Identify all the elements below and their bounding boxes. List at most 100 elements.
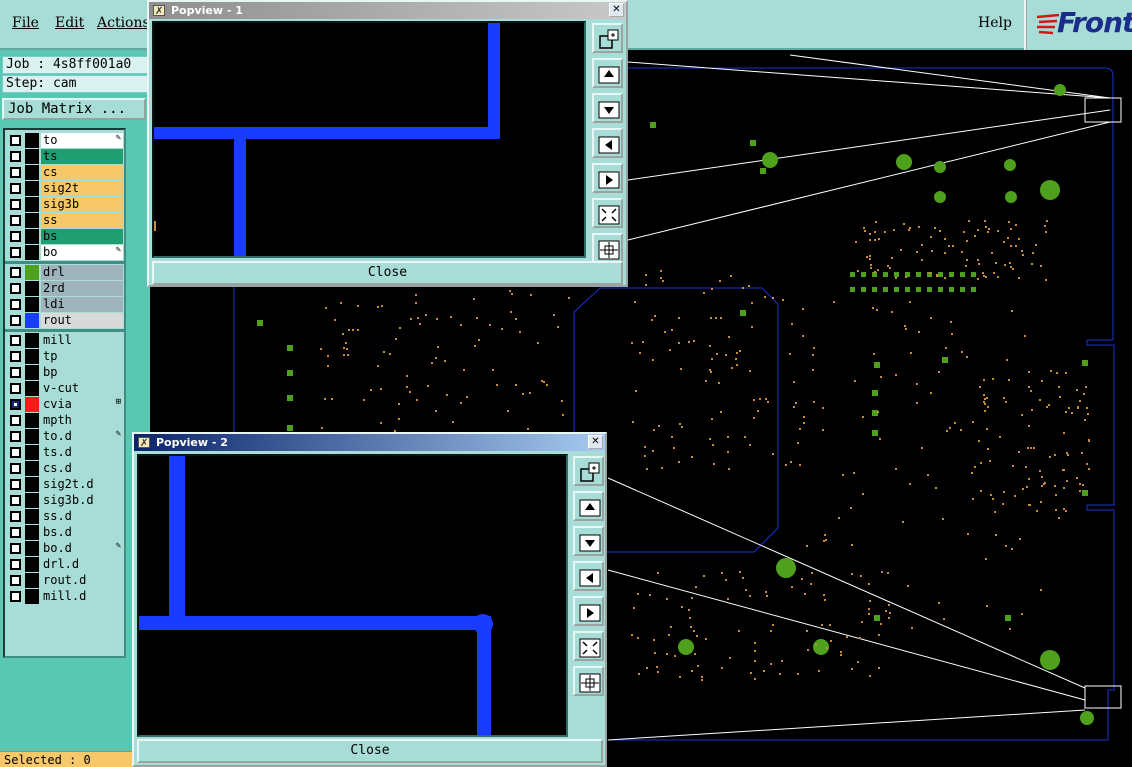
layer-name[interactable]: mill.d xyxy=(41,589,123,604)
layer-row-mpth[interactable]: mpth xyxy=(5,412,124,428)
layer-name[interactable]: bs.d xyxy=(41,525,123,540)
popview-2-titlebar[interactable]: Popview - 2 ✕ xyxy=(134,434,605,452)
layer-name[interactable]: ts.d xyxy=(41,445,123,460)
layer-color-swatch[interactable] xyxy=(25,445,39,460)
pan-left-button[interactable] xyxy=(592,128,623,158)
popview-1-close-icon[interactable]: ✕ xyxy=(609,3,624,17)
layer-color-swatch[interactable] xyxy=(25,477,39,492)
layer-checkbox[interactable] xyxy=(10,495,21,506)
window-menu-icon[interactable] xyxy=(153,3,165,20)
window-menu-icon[interactable] xyxy=(138,435,150,452)
layer-color-swatch[interactable] xyxy=(25,509,39,524)
layer-name[interactable]: drl.d xyxy=(41,557,123,572)
layer-checkbox[interactable] xyxy=(10,199,21,210)
layer-name[interactable]: to xyxy=(41,133,123,148)
layer-checkbox[interactable] xyxy=(10,367,21,378)
popview-1-titlebar[interactable]: Popview - 1 ✕ xyxy=(149,2,626,20)
layer-checkbox[interactable] xyxy=(10,399,21,410)
layer-color-swatch[interactable] xyxy=(25,197,39,212)
layer-name[interactable]: sig2t.d xyxy=(41,477,123,492)
popview-2-close-icon[interactable]: ✕ xyxy=(588,435,603,449)
layer-color-swatch[interactable] xyxy=(25,429,39,444)
layer-checkbox[interactable] xyxy=(10,335,21,346)
layer-color-swatch[interactable] xyxy=(25,181,39,196)
layer-row-bs-d[interactable]: bs.d xyxy=(5,524,124,540)
pan-left-button[interactable] xyxy=(573,561,604,591)
layer-color-swatch[interactable] xyxy=(25,133,39,148)
layer-name[interactable]: cvia xyxy=(41,397,123,412)
pan-down-button[interactable] xyxy=(573,526,604,556)
layer-row-bo[interactable]: bo ✎ xyxy=(5,244,124,260)
layer-checkbox[interactable] xyxy=(10,527,21,538)
layer-name[interactable]: bs xyxy=(41,229,123,244)
layer-color-swatch[interactable] xyxy=(25,557,39,572)
pan-down-button[interactable] xyxy=(592,93,623,123)
popview-1-close-button[interactable]: Close xyxy=(152,261,623,285)
layer-row-drl[interactable]: drl xyxy=(5,264,124,280)
layer-name[interactable]: 2rd xyxy=(41,281,123,296)
pan-right-button[interactable] xyxy=(573,596,604,626)
layer-color-swatch[interactable] xyxy=(25,229,39,244)
layer-color-swatch[interactable] xyxy=(25,213,39,228)
layer-row-drl-d[interactable]: drl.d xyxy=(5,556,124,572)
layer-checkbox[interactable] xyxy=(10,231,21,242)
layer-name[interactable]: to.d xyxy=(41,429,123,444)
layer-row-mill[interactable]: mill xyxy=(5,332,124,348)
layer-checkbox[interactable] xyxy=(10,247,21,258)
layer-checkbox[interactable] xyxy=(10,183,21,194)
layer-row-bs[interactable]: bs xyxy=(5,228,124,244)
popview-2-close-button[interactable]: Close xyxy=(137,739,603,763)
layer-color-swatch[interactable] xyxy=(25,281,39,296)
layer-row-bo-d[interactable]: bo.d ✎ xyxy=(5,540,124,556)
layer-color-swatch[interactable] xyxy=(25,461,39,476)
layer-name[interactable]: v-cut xyxy=(41,381,123,396)
layer-color-swatch[interactable] xyxy=(25,265,39,280)
layer-checkbox[interactable] xyxy=(10,479,21,490)
layer-name[interactable]: tp xyxy=(41,349,123,364)
layer-color-swatch[interactable] xyxy=(25,333,39,348)
layer-row-tp[interactable]: tp xyxy=(5,348,124,364)
zoom-window-button[interactable] xyxy=(592,23,623,53)
menu-help[interactable]: Help xyxy=(978,15,1012,31)
layer-name[interactable]: ldi xyxy=(41,297,123,312)
layer-checkbox[interactable] xyxy=(10,267,21,278)
layer-color-swatch[interactable] xyxy=(25,349,39,364)
pan-up-button[interactable] xyxy=(592,58,623,88)
layer-checkbox[interactable] xyxy=(10,415,21,426)
layer-checkbox[interactable] xyxy=(10,283,21,294)
popview-1-view[interactable] xyxy=(152,21,586,258)
layer-row-ldi[interactable]: ldi xyxy=(5,296,124,312)
layer-color-swatch[interactable] xyxy=(25,589,39,604)
layer-row-cvia[interactable]: cvia ⊞ xyxy=(5,396,124,412)
layer-color-swatch[interactable] xyxy=(25,381,39,396)
layer-checkbox[interactable] xyxy=(10,575,21,586)
layer-color-swatch[interactable] xyxy=(25,525,39,540)
layer-checkbox[interactable] xyxy=(10,463,21,474)
layer-color-swatch[interactable] xyxy=(25,365,39,380)
layer-row-mill-d[interactable]: mill.d xyxy=(5,588,124,604)
layer-row-rout-d[interactable]: rout.d xyxy=(5,572,124,588)
menu-file[interactable]: File xyxy=(12,15,39,31)
layer-name[interactable]: drl xyxy=(41,265,123,280)
menu-edit[interactable]: Edit xyxy=(55,15,84,31)
layer-name[interactable]: mill xyxy=(41,333,123,348)
layer-checkbox[interactable] xyxy=(10,167,21,178)
layer-checkbox[interactable] xyxy=(10,511,21,522)
layer-row-2rd[interactable]: 2rd xyxy=(5,280,124,296)
layer-name[interactable]: ss.d xyxy=(41,509,123,524)
layer-color-swatch[interactable] xyxy=(25,313,39,328)
layer-name[interactable]: ts xyxy=(41,149,123,164)
layer-name[interactable]: cs.d xyxy=(41,461,123,476)
layer-color-swatch[interactable] xyxy=(25,149,39,164)
layer-name[interactable]: ss xyxy=(41,213,123,228)
layer-color-swatch[interactable] xyxy=(25,397,39,412)
popview-2-view[interactable] xyxy=(137,454,568,737)
layer-row-rout[interactable]: rout xyxy=(5,312,124,328)
layer-row-ss[interactable]: ss xyxy=(5,212,124,228)
layer-name[interactable]: bo xyxy=(41,245,123,260)
layer-checkbox[interactable] xyxy=(10,315,21,326)
layer-color-swatch[interactable] xyxy=(25,245,39,260)
job-matrix-button[interactable]: Job Matrix ... xyxy=(2,98,146,120)
layer-row-bp[interactable]: bp xyxy=(5,364,124,380)
layer-name[interactable]: cs xyxy=(41,165,123,180)
